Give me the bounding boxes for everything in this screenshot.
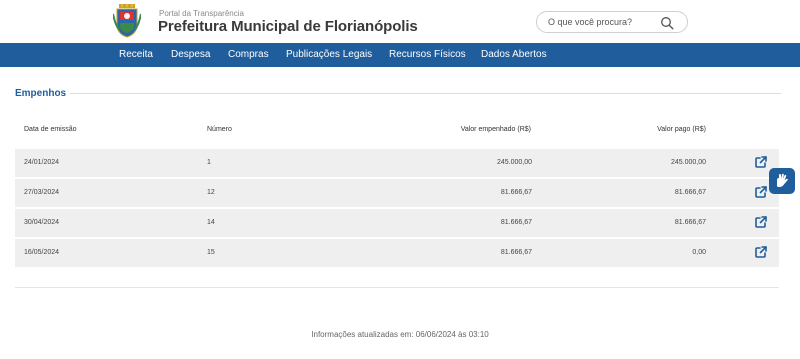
main-nav: Receita Despesa Compras Publicações Lega…	[0, 43, 800, 67]
cell-committed: 81.666,67	[500, 189, 532, 196]
cell-number: 1	[207, 159, 211, 166]
cell-paid: 0,00	[692, 249, 706, 256]
column-header-paid: Valor pago (R$)	[657, 126, 706, 133]
cell-committed: 245.000,00	[496, 159, 532, 166]
accessibility-button[interactable]	[769, 168, 795, 194]
header: Portal da Transparência Prefeitura Munic…	[0, 0, 800, 43]
cell-paid: 245.000,00	[670, 159, 706, 166]
cell-date: 24/01/2024	[24, 159, 60, 166]
cell-committed: 81.666,67	[500, 219, 532, 226]
cell-date: 30/04/2024	[24, 219, 60, 226]
city-coat-of-arms-logo[interactable]	[113, 4, 141, 38]
table-row: 30/04/2024 14 81.666,67 81.666,67	[15, 209, 779, 237]
cell-paid: 81.666,67	[674, 219, 706, 226]
external-link-icon[interactable]	[754, 245, 768, 259]
external-link-icon[interactable]	[754, 155, 768, 169]
nav-item-compras[interactable]: Compras	[228, 49, 269, 60]
external-link-icon[interactable]	[754, 185, 768, 199]
table-row: 24/01/2024 1 245.000,00 245.000,00	[15, 149, 779, 177]
table-bottom-divider	[15, 287, 779, 288]
portal-subtitle: Portal da Transparência	[159, 9, 244, 18]
external-link-icon[interactable]	[754, 215, 768, 229]
nav-item-despesa[interactable]: Despesa	[171, 49, 210, 60]
search-icon[interactable]	[660, 16, 674, 30]
column-header-number: Número	[207, 126, 232, 133]
search-input[interactable]: O que você procura?	[548, 17, 632, 27]
cell-date: 27/03/2024	[24, 189, 60, 196]
cell-number: 12	[207, 189, 215, 196]
cell-paid: 81.666,67	[674, 189, 706, 196]
cell-number: 15	[207, 249, 215, 256]
section-divider	[70, 93, 781, 94]
table-row: 16/05/2024 15 81.666,67 0,00	[15, 239, 779, 267]
nav-item-publicacoes-legais[interactable]: Publicações Legais	[286, 49, 372, 60]
section-title: Empenhos	[15, 88, 67, 99]
nav-item-dados-abertos[interactable]: Dados Abertos	[481, 49, 547, 60]
cell-number: 14	[207, 219, 215, 226]
search-box[interactable]: O que você procura?	[536, 11, 688, 33]
site-title[interactable]: Prefeitura Municipal de Florianópolis	[158, 18, 418, 35]
table-row: 27/03/2024 12 81.666,67 81.666,67	[15, 179, 779, 207]
column-header-committed: Valor empenhado (R$)	[460, 126, 531, 133]
sign-language-icon	[777, 173, 788, 187]
nav-item-recursos-fisicos[interactable]: Recursos Físicos	[389, 49, 466, 60]
cell-committed: 81.666,67	[500, 249, 532, 256]
cell-date: 16/05/2024	[24, 249, 60, 256]
nav-item-receita[interactable]: Receita	[119, 49, 153, 60]
column-header-date: Data de emissão	[24, 126, 77, 133]
last-updated-text: Informações atualizadas em: 06/06/2024 à…	[311, 330, 489, 339]
